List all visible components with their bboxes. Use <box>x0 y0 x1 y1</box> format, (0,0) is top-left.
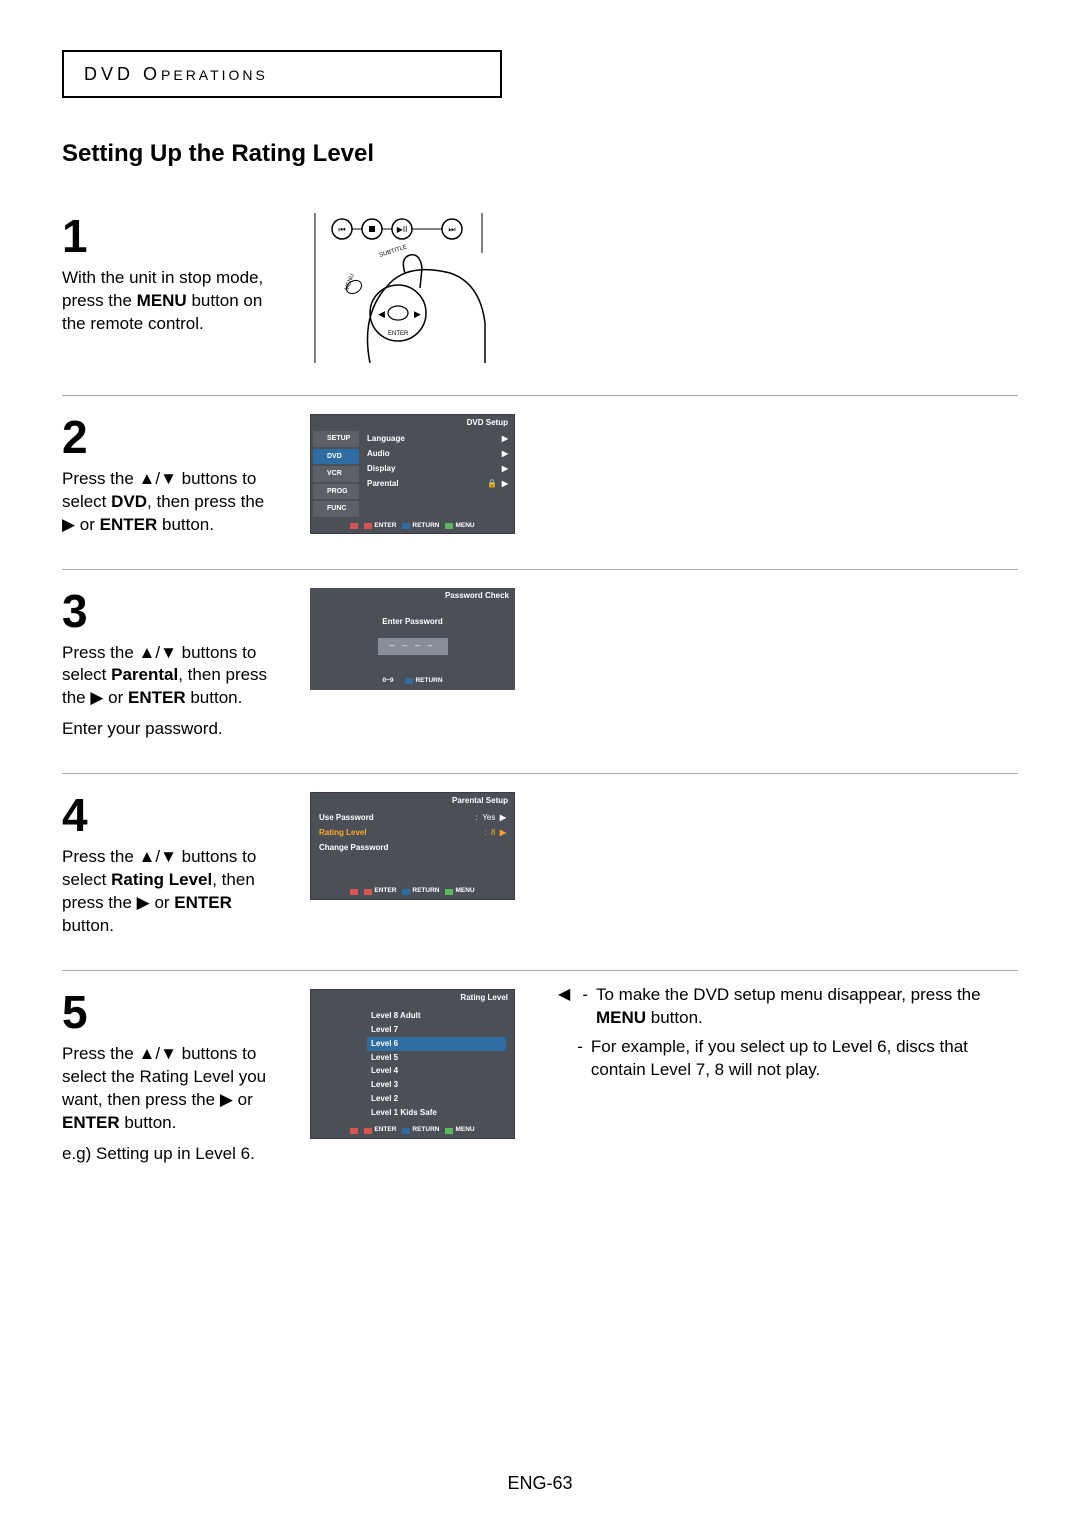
rating-level-row: Level 5 <box>371 1051 506 1065</box>
screen-title: Parental Setup <box>311 793 514 809</box>
screen-title: Password Check <box>310 588 515 604</box>
menu-item: Display▶ <box>365 462 510 477</box>
rating-level-row: Level 1 Kids Safe <box>371 1106 506 1120</box>
remote-label-subtitle: SUBTITLE <box>379 244 408 259</box>
step-1: 1 With the unit in stop mode, press the … <box>62 195 1018 396</box>
rating-levels-list: Level 8 AdultLevel 7Level 6Level 5Level … <box>311 1006 514 1122</box>
screen-footer: ENTER RETURN MENU <box>311 518 514 534</box>
setup-sidebar: SETUP DVD VCR PROG FUNC <box>311 430 361 517</box>
menu-item: Parental🔒 ▶ <box>365 477 510 492</box>
step-text: Press the ▲/▼ buttons to select DVD, the… <box>62 468 282 537</box>
menu-item: Audio▶ <box>365 447 510 462</box>
header-box: DVD OPERATIONS <box>62 50 502 98</box>
step-number: 5 <box>62 989 282 1035</box>
remote-label-enter: ENTER <box>388 331 409 337</box>
menu-item: Change Password <box>317 841 508 856</box>
screen-title: Rating Level <box>311 990 514 1006</box>
svg-text:⏭: ⏭ <box>448 225 455 234</box>
rating-level-row: Level 3 <box>371 1079 506 1093</box>
rating-level-screen: Rating Level Level 8 AdultLevel 7Level 6… <box>310 989 515 1139</box>
page-number: ENG-63 <box>0 1471 1080 1495</box>
note-arrow-icon: ◀ <box>558 984 570 1030</box>
menu-item: Language▶ <box>365 432 510 447</box>
step-number: 4 <box>62 792 282 838</box>
step-number: 1 <box>62 213 282 259</box>
lock-icon: 🔒 <box>487 479 497 488</box>
svg-text:▶: ▶ <box>414 309 421 319</box>
parental-setup-screen: Parental Setup Use Password: Yes ▶ Ratin… <box>310 792 515 900</box>
svg-text:◀: ◀ <box>378 309 385 319</box>
step-text: Press the ▲/▼ buttons to select Rating L… <box>62 846 282 938</box>
step-4: 4 Press the ▲/▼ buttons to select Rating… <box>62 774 1018 971</box>
password-screen: Password Check Enter Password – – – – 0~… <box>310 588 515 690</box>
password-prompt: Enter Password <box>320 617 505 628</box>
remote-illustration: ⏮ ▶II ⏭ ◀ <box>310 213 500 363</box>
step-2: 2 Press the ▲/▼ buttons to select DVD, t… <box>62 396 1018 570</box>
step-text: With the unit in stop mode, press the ME… <box>62 267 282 336</box>
menu-item-selected: Rating Level: 8 ▶ <box>317 826 508 841</box>
func-icon <box>315 505 325 513</box>
header-category: DVD OPERATIONS <box>84 64 268 84</box>
menu-item: Use Password: Yes ▶ <box>317 811 508 826</box>
step-3: 3 Press the ▲/▼ buttons to select Parent… <box>62 570 1018 775</box>
gear-icon <box>315 435 325 443</box>
rating-level-row: Level 4 <box>371 1065 506 1079</box>
rating-level-row: Level 6 <box>367 1037 506 1051</box>
dvd-setup-screen: DVD Setup SETUP DVD VCR PROG FUNC Langua… <box>310 414 515 535</box>
stop-icon <box>350 523 358 529</box>
svg-text:⏮: ⏮ <box>338 225 345 234</box>
clock-icon <box>315 488 325 496</box>
screen-footer: 0~9 RETURN <box>310 673 515 690</box>
step-text: Press the ▲/▼ buttons to select the Rati… <box>62 1043 282 1166</box>
screen-footer: ENTER RETURN MENU <box>311 883 514 899</box>
rating-level-row: Level 8 Adult <box>371 1010 506 1024</box>
step-number: 2 <box>62 414 282 460</box>
svg-text:▶II: ▶II <box>397 225 408 234</box>
password-input: – – – – <box>378 638 448 655</box>
vcr-icon <box>315 470 325 478</box>
rating-level-row: Level 2 <box>371 1093 506 1107</box>
screen-title: DVD Setup <box>311 415 514 431</box>
page-title: Setting Up the Rating Level <box>62 138 1018 170</box>
step-number: 3 <box>62 588 282 634</box>
step-text: Press the ▲/▼ buttons to select Parental… <box>62 642 282 742</box>
screen-footer: ENTER RETURN MENU <box>311 1122 514 1138</box>
rating-level-row: Level 7 <box>371 1024 506 1038</box>
dvd-icon <box>315 453 325 461</box>
side-notes: ◀ - To make the DVD setup menu disappear… <box>558 984 1018 1088</box>
